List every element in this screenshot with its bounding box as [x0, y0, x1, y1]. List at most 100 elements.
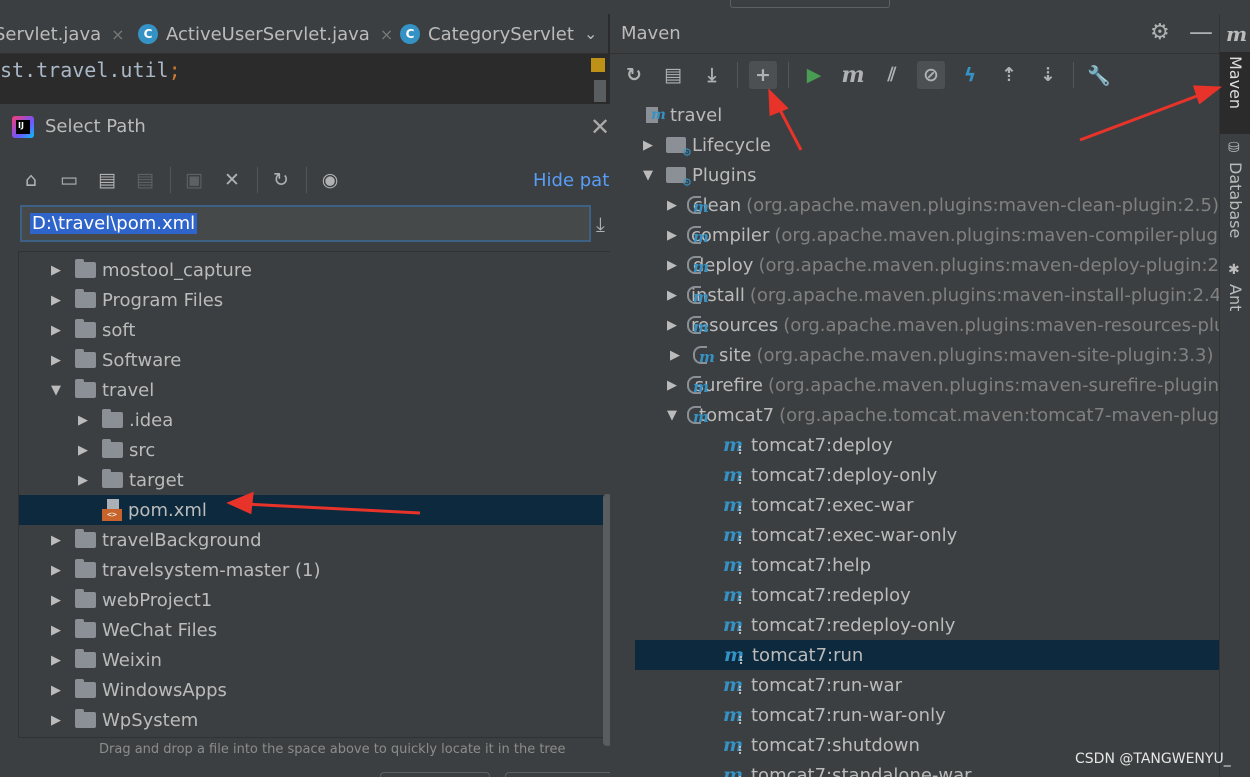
- download-sources-icon[interactable]: ⤓: [698, 61, 726, 89]
- collapsed-arrow-icon[interactable]: ▶: [76, 413, 90, 428]
- expanded-arrow-icon[interactable]: ▼: [49, 383, 63, 398]
- side-tab-maven[interactable]: Maven: [1220, 52, 1250, 134]
- collapsed-arrow-icon[interactable]: ▶: [76, 473, 90, 488]
- execute-goal-icon[interactable]: m: [839, 61, 867, 89]
- collapse-all-icon[interactable]: ⇣: [1034, 61, 1062, 89]
- maven-tree-row-plugin[interactable]: ▶ m surefire (org.apache.maven.plugins:mave…: [634, 370, 1219, 400]
- skip-tests-icon[interactable]: ⊘: [917, 61, 945, 89]
- collapsed-arrow-icon[interactable]: ▶: [49, 683, 63, 698]
- collapsed-arrow-icon[interactable]: ▶: [49, 713, 63, 728]
- file-tree[interactable]: ▶ mostool_capture ▶ Program Files ▶ soft ▶ Soft…: [18, 251, 617, 738]
- gear-icon[interactable]: ⚙: [1150, 20, 1170, 45]
- tree-row[interactable]: ▶ travelBackground: [19, 525, 605, 555]
- tree-row[interactable]: ▶ WindowsApps: [19, 675, 605, 705]
- close-icon[interactable]: ×: [111, 25, 124, 44]
- collapsed-arrow-icon[interactable]: ▶: [49, 653, 63, 668]
- maven-tree-row-plugin[interactable]: ▶ m site (org.apache.maven.plugins:maven-si…: [634, 340, 1219, 370]
- generate-sources-icon[interactable]: ▤: [659, 61, 687, 89]
- side-tab-ant[interactable]: Ant: [1220, 280, 1250, 324]
- collapsed-arrow-icon[interactable]: ▶: [667, 318, 677, 333]
- editor-tab-servlet[interactable]: Servlet.java ×: [0, 14, 125, 54]
- collapsed-arrow-icon[interactable]: ▶: [49, 293, 63, 308]
- wrench-icon[interactable]: 🔧: [1085, 61, 1113, 89]
- tree-row[interactable]: ▶ webProject1: [19, 585, 605, 615]
- maven-tree-row-plugin[interactable]: ▶ m compiler (org.apache.maven.plugins:mave…: [634, 220, 1234, 250]
- collapsed-arrow-icon[interactable]: ▶: [49, 323, 63, 338]
- maven-tree-row-plugin[interactable]: ▶ m clean (org.apache.maven.plugins:maven-c…: [634, 190, 1219, 220]
- tab-overflow-icon[interactable]: ⌄: [584, 24, 597, 43]
- maven-tree-row-plugin[interactable]: ▶ m resources (org.apache.maven.plugins:mav…: [634, 310, 1225, 340]
- collapsed-arrow-icon[interactable]: ▶: [76, 443, 90, 458]
- collapsed-arrow-icon[interactable]: ▶: [667, 288, 677, 303]
- maven-tree-row-goal[interactable]: m tomcat7:run-war-only: [634, 700, 1219, 730]
- maven-tree-row-goal[interactable]: m tomcat7:help: [634, 550, 1219, 580]
- tree-row[interactable]: ▼ travel: [19, 375, 605, 405]
- expand-all-icon[interactable]: ⇡: [995, 61, 1023, 89]
- expanded-arrow-icon[interactable]: ▼: [667, 408, 677, 423]
- warning-marker[interactable]: [591, 58, 605, 72]
- collapsed-arrow-icon[interactable]: ▶: [667, 258, 677, 273]
- maven-tree-row-goal[interactable]: m tomcat7:redeploy-only: [634, 610, 1219, 640]
- close-icon[interactable]: ✕: [590, 113, 610, 141]
- minimize-icon[interactable]: —: [1189, 18, 1213, 46]
- maven-tree-row-plugin[interactable]: ▶ m deploy (org.apache.maven.plugins:maven-…: [634, 250, 1219, 280]
- tree-row[interactable]: <> pom.xml: [19, 495, 605, 525]
- collapsed-arrow-icon[interactable]: ▶: [49, 353, 63, 368]
- tree-row[interactable]: ▶ soft: [19, 315, 605, 345]
- editor-tab-category-servlet[interactable]: C CategoryServlet: [400, 14, 574, 54]
- collapsed-arrow-icon[interactable]: ▶: [49, 593, 63, 608]
- hide-path-link[interactable]: Hide path: [533, 170, 621, 191]
- collapsed-arrow-icon[interactable]: ▶: [49, 533, 63, 548]
- maven-tree-row-plugin[interactable]: ▶ m install (org.apache.maven.plugins:maven…: [634, 280, 1221, 310]
- maven-tree-row-goal[interactable]: m tomcat7:run-war: [634, 670, 1219, 700]
- collapsed-arrow-icon[interactable]: ▶: [49, 263, 63, 278]
- add-maven-project-icon[interactable]: +: [749, 61, 777, 89]
- tree-row[interactable]: ▶ mostool_capture: [19, 255, 605, 285]
- tree-row[interactable]: ▶ travelsystem-master (1): [19, 555, 605, 585]
- maven-tree-row-goal[interactable]: m tomcat7:exec-war: [634, 490, 1219, 520]
- dialog-title-bar[interactable]: IJ Select Path ✕: [0, 104, 635, 152]
- collapsed-arrow-icon[interactable]: ▶: [667, 348, 683, 363]
- maven-tree-row-goal[interactable]: m tomcat7:run: [635, 640, 1220, 670]
- maven-tree-row-group[interactable]: ▶ Lifecycle: [634, 130, 1219, 160]
- new-folder-icon[interactable]: ▣: [181, 167, 207, 193]
- maven-tree-row-goal[interactable]: m tomcat7:deploy-only: [634, 460, 1219, 490]
- tree-row[interactable]: ▶ WeChat Files: [19, 615, 605, 645]
- toolbar-search-box[interactable]: [730, 0, 890, 8]
- run-icon[interactable]: ▶: [800, 61, 828, 89]
- maven-tree-row-project[interactable]: m travel: [634, 100, 1219, 130]
- maven-tree-row-group[interactable]: ▼ Plugins: [634, 160, 1219, 190]
- side-tab-database[interactable]: Database: [1220, 158, 1250, 238]
- project-folder-icon[interactable]: ▤: [94, 167, 120, 193]
- tree-row[interactable]: ▶ .idea: [19, 405, 605, 435]
- tree-row[interactable]: ▶ Program Files: [19, 285, 605, 315]
- maven-tree-row-plugin[interactable]: ▼ m tomcat7 (org.apache.tomcat.maven:tomcat…: [634, 400, 1219, 430]
- tree-row[interactable]: ▶ src: [19, 435, 605, 465]
- show-hidden-icon[interactable]: ◉: [317, 167, 343, 193]
- tree-row[interactable]: ▶ WpSystem: [19, 705, 605, 735]
- tree-row[interactable]: ▶ target: [19, 465, 605, 495]
- refresh-icon[interactable]: ↻: [268, 167, 294, 193]
- collapsed-arrow-icon[interactable]: ▶: [49, 623, 63, 638]
- maven-tree-row-goal[interactable]: m tomcat7:deploy: [634, 430, 1219, 460]
- download-icon[interactable]: ⤓: [596, 212, 605, 236]
- reload-icon[interactable]: ↻: [620, 61, 648, 89]
- desktop-icon[interactable]: ▭: [56, 167, 82, 193]
- collapsed-arrow-icon[interactable]: ▶: [667, 198, 677, 213]
- collapsed-arrow-icon[interactable]: ▶: [667, 378, 677, 393]
- module-folder-icon[interactable]: ▤: [132, 167, 158, 193]
- show-dependencies-icon[interactable]: ϟ: [956, 61, 984, 89]
- delete-icon[interactable]: ✕: [219, 167, 245, 193]
- ok-button[interactable]: [380, 772, 490, 777]
- expanded-arrow-icon[interactable]: ▼: [640, 168, 656, 183]
- maven-tree-row-goal[interactable]: m tomcat7:redeploy: [634, 580, 1219, 610]
- path-input[interactable]: D:\travel\pom.xml: [20, 205, 591, 242]
- tree-row[interactable]: ▶ Weixin: [19, 645, 605, 675]
- close-icon[interactable]: ×: [380, 25, 393, 44]
- collapsed-arrow-icon[interactable]: ▶: [667, 228, 677, 243]
- collapsed-arrow-icon[interactable]: ▶: [49, 563, 63, 578]
- toggle-offline-icon[interactable]: ⫽: [878, 61, 906, 89]
- cancel-button[interactable]: [505, 772, 615, 777]
- scroll-marker[interactable]: [594, 80, 606, 102]
- maven-tree-row-goal[interactable]: m tomcat7:exec-war-only: [634, 520, 1219, 550]
